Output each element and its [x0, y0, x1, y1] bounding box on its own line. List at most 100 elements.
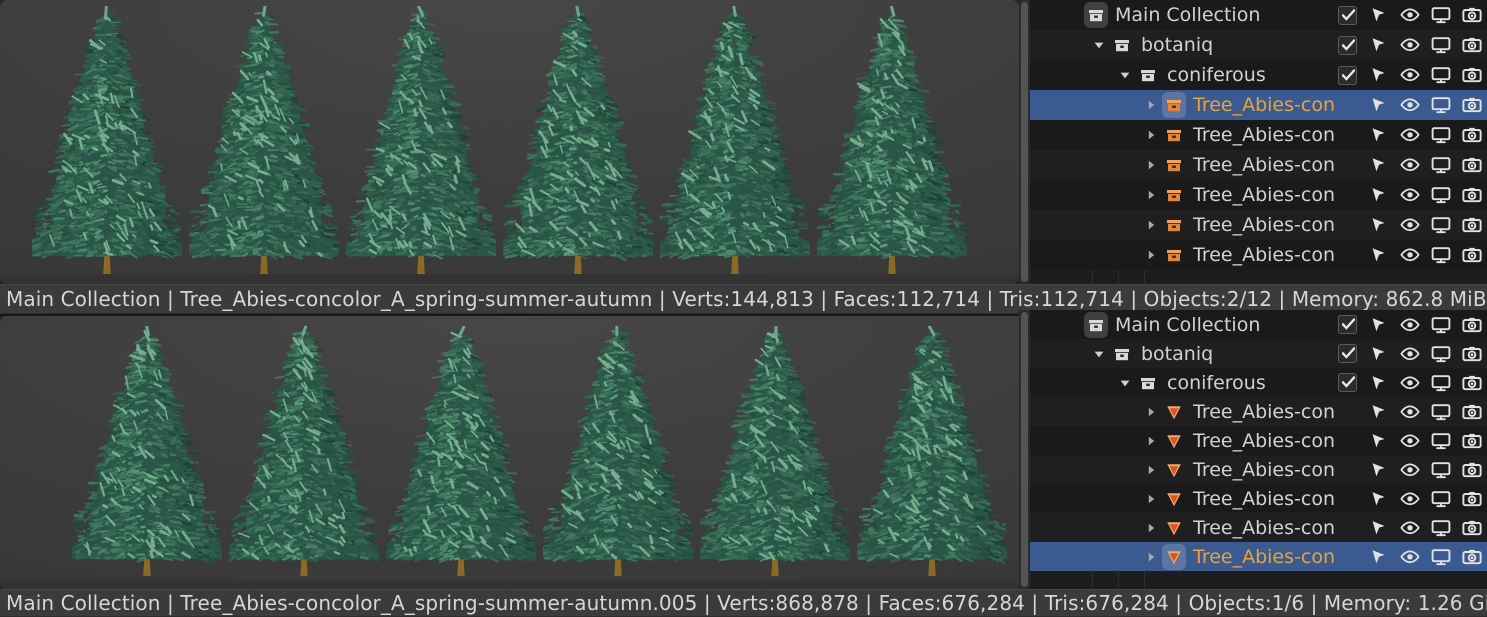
- disclosure-triangle-closed-icon[interactable]: [1140, 492, 1162, 506]
- exclude-checkbox[interactable]: [1332, 315, 1363, 334]
- outliner-row-label[interactable]: Tree_Abies-con: [1186, 546, 1335, 568]
- tree-object[interactable]: [857, 326, 1007, 576]
- outliner-row-label[interactable]: Tree_Abies-con: [1186, 517, 1335, 539]
- outliner-row-label[interactable]: Tree_Abies-con: [1186, 244, 1335, 266]
- outliner-row[interactable]: Tree_Abies-con: [1030, 120, 1487, 150]
- disable-in-viewport-monitor-icon[interactable]: [1425, 490, 1456, 508]
- checkbox[interactable]: [1338, 6, 1357, 25]
- hide-in-viewport-eye-icon[interactable]: [1394, 316, 1425, 334]
- outliner-row-label[interactable]: Tree_Abies-con: [1186, 94, 1335, 116]
- mesh-object-icon[interactable]: [1162, 489, 1186, 509]
- outliner-row-label[interactable]: coniferous: [1160, 64, 1266, 86]
- mesh-object-icon[interactable]: [1162, 544, 1186, 570]
- outliner-row[interactable]: Tree_Abies-con: [1030, 455, 1487, 484]
- disable-in-viewport-monitor-icon[interactable]: [1425, 36, 1456, 54]
- disable-in-render-camera-icon[interactable]: [1456, 186, 1487, 204]
- disable-in-render-camera-icon[interactable]: [1456, 519, 1487, 537]
- outliner-row-label[interactable]: Main Collection: [1108, 314, 1260, 336]
- disable-in-viewport-monitor-icon[interactable]: [1425, 432, 1456, 450]
- tree-object[interactable]: [700, 326, 850, 576]
- disable-in-viewport-monitor-icon[interactable]: [1425, 126, 1456, 144]
- hide-in-viewport-eye-icon[interactable]: [1394, 156, 1425, 174]
- disable-in-render-camera-icon[interactable]: [1456, 316, 1487, 334]
- selectable-cursor-icon[interactable]: [1363, 432, 1394, 450]
- outliner-row[interactable]: Tree_Abies-con: [1030, 484, 1487, 513]
- selectable-cursor-icon[interactable]: [1363, 461, 1394, 479]
- outliner-top[interactable]: Main Collection botaniq coniferous Tree_Abi…: [1019, 0, 1487, 284]
- outliner-row-label[interactable]: Tree_Abies-con: [1186, 124, 1335, 146]
- exclude-checkbox[interactable]: [1332, 66, 1363, 85]
- disable-in-viewport-monitor-icon[interactable]: [1425, 96, 1456, 114]
- selectable-cursor-icon[interactable]: [1363, 36, 1394, 54]
- disclosure-triangle-closed-icon[interactable]: [1140, 158, 1162, 172]
- hide-in-viewport-eye-icon[interactable]: [1394, 461, 1425, 479]
- selectable-cursor-icon[interactable]: [1363, 216, 1394, 234]
- selectable-cursor-icon[interactable]: [1363, 126, 1394, 144]
- tree-object[interactable]: [660, 6, 810, 274]
- disable-in-render-camera-icon[interactable]: [1456, 216, 1487, 234]
- selectable-cursor-icon[interactable]: [1363, 316, 1394, 334]
- disable-in-render-camera-icon[interactable]: [1456, 156, 1487, 174]
- tree-object[interactable]: [32, 6, 182, 274]
- disable-in-viewport-monitor-icon[interactable]: [1425, 316, 1456, 334]
- hide-in-viewport-eye-icon[interactable]: [1394, 36, 1425, 54]
- collection-instance-icon[interactable]: [1162, 215, 1186, 235]
- disable-in-viewport-monitor-icon[interactable]: [1425, 186, 1456, 204]
- outliner-row[interactable]: botaniq: [1030, 30, 1487, 60]
- selectable-cursor-icon[interactable]: [1363, 246, 1394, 264]
- disable-in-viewport-monitor-icon[interactable]: [1425, 6, 1456, 24]
- tree-object[interactable]: [817, 6, 967, 274]
- disclosure-triangle-open-icon[interactable]: [1114, 376, 1136, 390]
- mesh-object-icon[interactable]: [1162, 460, 1186, 480]
- 3d-viewport-bottom[interactable]: [0, 316, 1035, 590]
- disable-in-render-camera-icon[interactable]: [1456, 345, 1487, 363]
- selectable-cursor-icon[interactable]: [1363, 519, 1394, 537]
- hide-in-viewport-eye-icon[interactable]: [1394, 6, 1425, 24]
- collection-icon[interactable]: [1136, 65, 1160, 85]
- outliner-row[interactable]: Tree_Abies-con: [1030, 426, 1487, 455]
- disable-in-viewport-monitor-icon[interactable]: [1425, 345, 1456, 363]
- disclosure-triangle-closed-icon[interactable]: [1140, 188, 1162, 202]
- outliner-row-label[interactable]: coniferous: [1160, 372, 1266, 394]
- outliner-row-label[interactable]: Tree_Abies-con: [1186, 214, 1335, 236]
- exclude-checkbox[interactable]: [1332, 373, 1363, 392]
- disable-in-render-camera-icon[interactable]: [1456, 126, 1487, 144]
- selectable-cursor-icon[interactable]: [1363, 66, 1394, 84]
- outliner-row[interactable]: Main Collection: [1030, 0, 1487, 30]
- disclosure-triangle-closed-icon[interactable]: [1140, 218, 1162, 232]
- outliner-row[interactable]: Tree_Abies-con: [1030, 180, 1487, 210]
- mesh-object-icon[interactable]: [1162, 431, 1186, 451]
- tree-object[interactable]: [503, 6, 653, 274]
- hide-in-viewport-eye-icon[interactable]: [1394, 66, 1425, 84]
- collection-instance-icon[interactable]: [1162, 125, 1186, 145]
- disclosure-triangle-closed-icon[interactable]: [1140, 98, 1162, 112]
- disable-in-render-camera-icon[interactable]: [1456, 36, 1487, 54]
- outliner-row-label[interactable]: Tree_Abies-con: [1186, 459, 1335, 481]
- disclosure-triangle-closed-icon[interactable]: [1140, 434, 1162, 448]
- collection-instance-icon[interactable]: [1162, 185, 1186, 205]
- exclude-checkbox[interactable]: [1332, 344, 1363, 363]
- disclosure-triangle-open-icon[interactable]: [1114, 68, 1136, 82]
- outliner-row-label[interactable]: botaniq: [1134, 34, 1213, 56]
- outliner-row[interactable]: Tree_Abies-con: [1030, 150, 1487, 180]
- outliner-row-label[interactable]: Tree_Abies-con: [1186, 401, 1335, 423]
- disable-in-render-camera-icon[interactable]: [1456, 432, 1487, 450]
- selectable-cursor-icon[interactable]: [1363, 374, 1394, 392]
- outliner-row-label[interactable]: Tree_Abies-con: [1186, 488, 1335, 510]
- disclosure-triangle-closed-icon[interactable]: [1140, 405, 1162, 419]
- disable-in-viewport-monitor-icon[interactable]: [1425, 461, 1456, 479]
- outliner-row-label[interactable]: botaniq: [1134, 343, 1213, 365]
- outliner-bottom[interactable]: Main Collection botaniq coniferous Tree_Abi…: [1019, 310, 1487, 589]
- disclosure-triangle-closed-icon[interactable]: [1140, 550, 1162, 564]
- outliner-row-label[interactable]: Tree_Abies-con: [1186, 430, 1335, 452]
- selectable-cursor-icon[interactable]: [1363, 186, 1394, 204]
- collection-icon[interactable]: [1136, 373, 1160, 393]
- disable-in-render-camera-icon[interactable]: [1456, 461, 1487, 479]
- outliner-row-label[interactable]: Tree_Abies-con: [1186, 154, 1335, 176]
- disclosure-triangle-closed-icon[interactable]: [1140, 521, 1162, 535]
- hide-in-viewport-eye-icon[interactable]: [1394, 548, 1425, 566]
- collection-instance-icon[interactable]: [1162, 92, 1186, 118]
- selectable-cursor-icon[interactable]: [1363, 345, 1394, 363]
- hide-in-viewport-eye-icon[interactable]: [1394, 490, 1425, 508]
- disable-in-viewport-monitor-icon[interactable]: [1425, 156, 1456, 174]
